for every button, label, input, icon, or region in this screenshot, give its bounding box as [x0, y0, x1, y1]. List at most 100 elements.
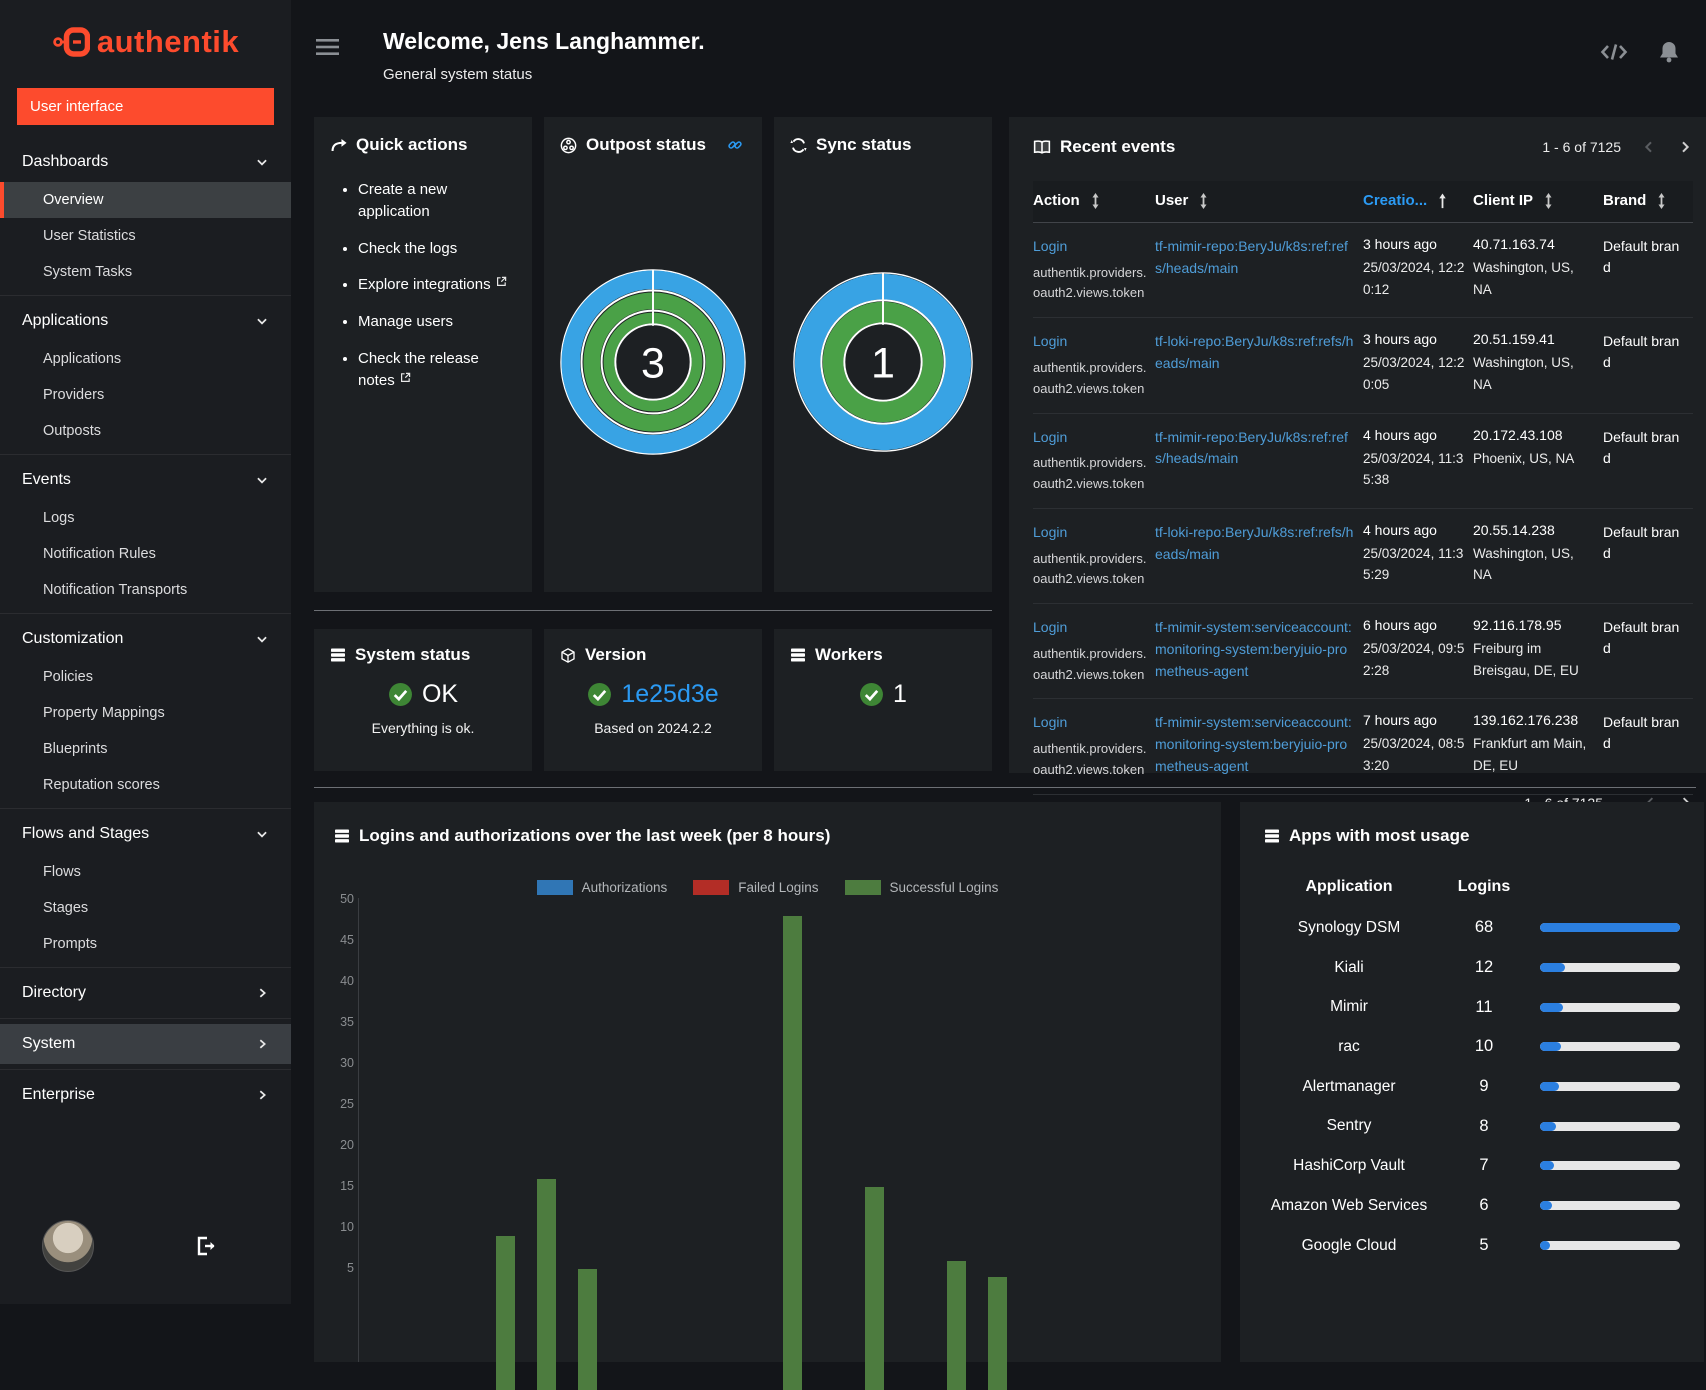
app-logins-count: 5: [1442, 1227, 1526, 1264]
app-name: Sentry: [1264, 1106, 1434, 1146]
event-user-link[interactable]: tf-mimir-system:serviceaccount:monitorin…: [1155, 714, 1352, 773]
version-link[interactable]: 1e25d3e: [621, 680, 718, 709]
sidebar-item-outposts[interactable]: Outposts: [0, 413, 291, 449]
column-header-creatio[interactable]: Creatio...: [1363, 181, 1473, 223]
sidebar-item-policies[interactable]: Policies: [0, 659, 291, 695]
chevron-right-icon: [256, 1088, 269, 1102]
server-icon: [334, 828, 350, 844]
column-header-user[interactable]: User: [1155, 181, 1363, 223]
event-brand: Default brand: [1603, 522, 1685, 564]
nav-section-enterprise: Enterprise: [0, 1069, 291, 1120]
sidebar-item-system-tasks[interactable]: System Tasks: [0, 254, 291, 290]
quick-action-link-manage-users[interactable]: Manage users: [358, 313, 453, 330]
table-row: Loginauthentik.providers.oauth2.views.to…: [1033, 508, 1693, 603]
event-location: Freiburg im Breisgau, DE, EU: [1473, 638, 1595, 681]
sidebar-item-applications[interactable]: Applications: [0, 341, 291, 377]
sidebar-item-flows[interactable]: Flows: [0, 854, 291, 890]
sidebar-section-events[interactable]: Events: [0, 460, 291, 500]
link-icon[interactable]: [727, 137, 743, 153]
sidebar-item-user-statistics[interactable]: User Statistics: [0, 218, 291, 254]
divider: [314, 610, 992, 611]
bell-icon[interactable]: [1658, 40, 1680, 64]
column-header-client-ip[interactable]: Client IP: [1473, 181, 1603, 223]
event-action-link[interactable]: Login: [1033, 333, 1067, 349]
bar-successful-logins-4: [537, 1179, 556, 1390]
sidebar-item-reputation-scores[interactable]: Reputation scores: [0, 767, 291, 803]
sidebar-item-notification-rules[interactable]: Notification Rules: [0, 536, 291, 572]
app-usage-bar: [1540, 1161, 1680, 1170]
sidebar-item-providers[interactable]: Providers: [0, 377, 291, 413]
next-page-button[interactable]: [1677, 139, 1693, 155]
server-icon: [1264, 828, 1280, 844]
book-icon: [1033, 139, 1051, 155]
event-action-link[interactable]: Login: [1033, 238, 1067, 254]
version-detail: Based on 2024.2.2: [560, 720, 746, 736]
sign-out-icon[interactable]: [194, 1234, 218, 1258]
event-time-ago: 3 hours ago: [1363, 236, 1465, 252]
legend-label: Failed Logins: [738, 880, 818, 895]
sidebar-item-property-mappings[interactable]: Property Mappings: [0, 695, 291, 731]
prev-page-button[interactable]: [1641, 139, 1657, 155]
menu-icon[interactable]: [316, 36, 339, 58]
event-brand: Default brand: [1603, 617, 1685, 659]
quick-action-link-explore-integrations[interactable]: Explore integrations: [358, 276, 491, 293]
app-logins-count: 68: [1442, 909, 1526, 946]
outpost-status-donut: 3: [560, 267, 746, 457]
logins-chart-card: Logins and authorizations over the last …: [314, 802, 1221, 1362]
event-user-link[interactable]: tf-loki-repo:BeryJu/k8s:ref:refs/heads/m…: [1155, 333, 1353, 371]
event-user-link[interactable]: tf-mimir-repo:BeryJu/k8s:ref:refs/heads/…: [1155, 238, 1348, 276]
app-logins-count: 9: [1442, 1068, 1526, 1105]
app-usage-bar-fill: [1540, 963, 1565, 972]
nav-section-applications: ApplicationsApplicationsProvidersOutpost…: [0, 295, 291, 454]
app-usage-bar: [1540, 1122, 1680, 1131]
event-location: Washington, US, NA: [1473, 257, 1595, 300]
y-tick-label: 5: [322, 1261, 354, 1275]
apps-usage-title: Apps with most usage: [1289, 826, 1469, 846]
event-user-link[interactable]: tf-mimir-system:serviceaccount:monitorin…: [1155, 619, 1352, 678]
event-action-link[interactable]: Login: [1033, 714, 1067, 730]
check-circle-icon: [388, 682, 413, 707]
column-header-action[interactable]: Action: [1033, 181, 1155, 223]
event-user-link[interactable]: tf-loki-repo:BeryJu/k8s:ref:refs/heads/m…: [1155, 524, 1353, 562]
sidebar-section-flows-and-stages[interactable]: Flows and Stages: [0, 814, 291, 854]
user-interface-button[interactable]: User interface: [17, 88, 274, 125]
event-action-link[interactable]: Login: [1033, 619, 1067, 635]
sidebar-item-stages[interactable]: Stages: [0, 890, 291, 926]
quick-action-link-check-the-release-notes[interactable]: Check the release notes: [358, 350, 479, 389]
sidebar-item-blueprints[interactable]: Blueprints: [0, 731, 291, 767]
legend-item-authorizations[interactable]: Authorizations: [537, 880, 668, 895]
sidebar-item-prompts[interactable]: Prompts: [0, 926, 291, 962]
legend-item-successful-logins[interactable]: Successful Logins: [845, 880, 999, 895]
sidebar-item-logs[interactable]: Logs: [0, 500, 291, 536]
sidebar-section-customization[interactable]: Customization: [0, 619, 291, 659]
avatar[interactable]: [42, 1220, 94, 1272]
sidebar-section-enterprise[interactable]: Enterprise: [0, 1075, 291, 1115]
server-icon: [790, 647, 806, 663]
column-header-brand[interactable]: Brand: [1603, 181, 1693, 223]
sort-icon: [1543, 193, 1554, 209]
sidebar-section-directory[interactable]: Directory: [0, 973, 291, 1013]
event-action-link[interactable]: Login: [1033, 429, 1067, 445]
event-action-detail: authentik.providers.oauth2.views.token: [1033, 644, 1147, 686]
quick-action-link-create-a-new-application[interactable]: Create a new application: [358, 181, 447, 220]
event-location: Phoenix, US, NA: [1473, 448, 1595, 470]
page-header: Welcome, Jens Langhammer. General system…: [314, 0, 1696, 83]
sidebar-item-overview[interactable]: Overview: [0, 182, 291, 218]
code-icon[interactable]: [1600, 40, 1628, 64]
sidebar-section-applications[interactable]: Applications: [0, 301, 291, 341]
sidebar-section-system[interactable]: System: [0, 1024, 291, 1064]
app-usage-bar: [1540, 1082, 1680, 1091]
authentik-logo: authentik: [0, 0, 291, 72]
event-action-link[interactable]: Login: [1033, 524, 1067, 540]
chevron-down-icon: [255, 827, 269, 841]
y-tick-label: 45: [322, 933, 354, 947]
logo-text: authentik: [97, 24, 239, 60]
quick-action-link-check-the-logs[interactable]: Check the logs: [358, 240, 457, 257]
app-usage-bar-fill: [1540, 923, 1680, 932]
legend-swatch: [693, 880, 729, 895]
sidebar-section-dashboards[interactable]: Dashboards: [0, 142, 291, 182]
legend-item-failed-logins[interactable]: Failed Logins: [693, 880, 818, 895]
event-user-link[interactable]: tf-mimir-repo:BeryJu/k8s:ref:refs/heads/…: [1155, 429, 1348, 467]
column-label: User: [1155, 192, 1188, 209]
sidebar-item-notification-transports[interactable]: Notification Transports: [0, 572, 291, 608]
